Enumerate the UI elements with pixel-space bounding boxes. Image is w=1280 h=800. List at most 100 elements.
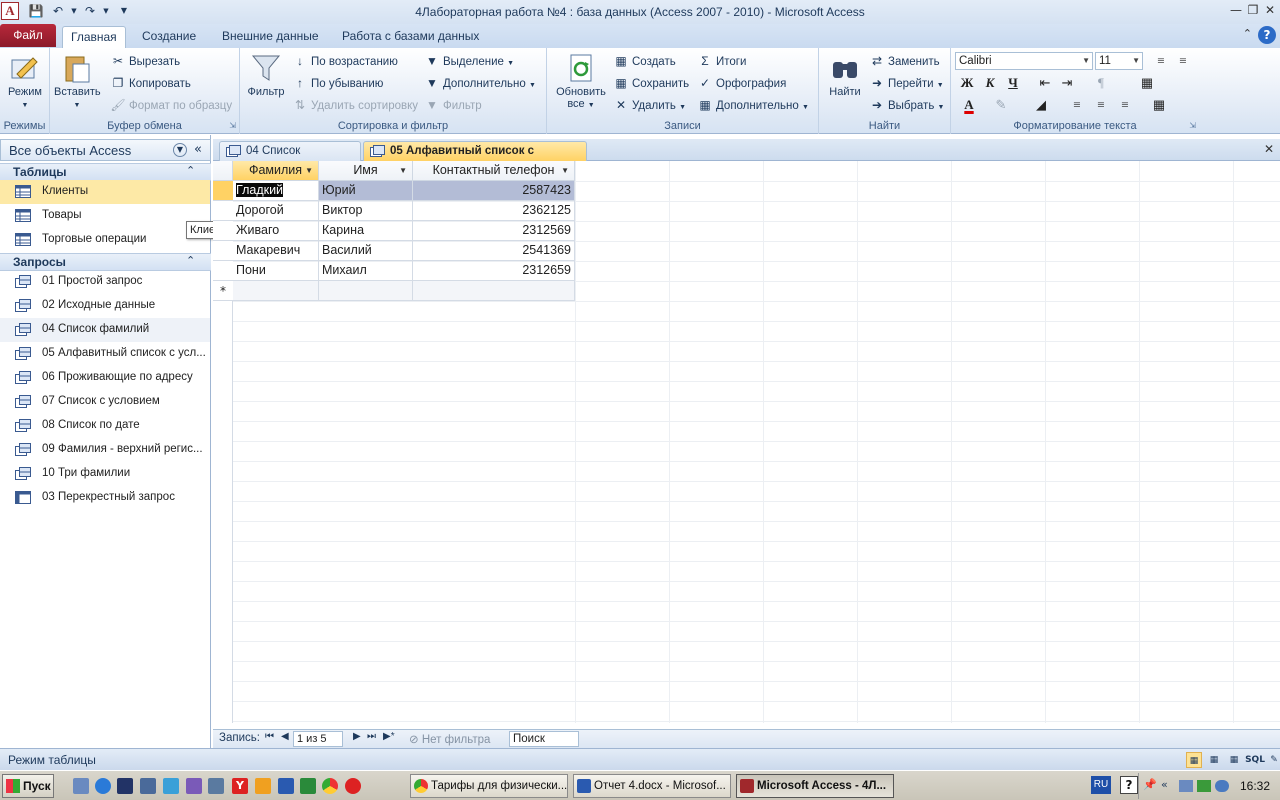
- nav-table-clients[interactable]: Клиенты: [0, 180, 210, 204]
- row-selector[interactable]: [213, 201, 233, 221]
- text-formatting-launcher-icon[interactable]: ⇲: [1189, 121, 1196, 130]
- cut-button[interactable]: ✂ Вырезать: [110, 51, 180, 71]
- format-painter-button[interactable]: 🖌 Формат по образцу: [110, 95, 232, 115]
- doc-tab-alphabetical-list[interactable]: 05 Алфавитный список с условием: [363, 141, 587, 175]
- nav-query-item[interactable]: 01 Простой запрос: [0, 270, 210, 294]
- view-button[interactable]: Режим ▼: [4, 52, 46, 110]
- column-header-surname[interactable]: Фамилия ▼: [233, 161, 319, 181]
- restore-icon[interactable]: ❐: [1244, 2, 1262, 18]
- underline-button[interactable]: Ч: [1003, 73, 1023, 93]
- collapse-icon[interactable]: ⌃: [186, 254, 195, 267]
- network-icon[interactable]: [1179, 780, 1193, 792]
- toggle-filter-button[interactable]: ▼ Фильтр: [424, 95, 482, 115]
- doc-tab-surname-list[interactable]: 04 Список фамилий: [219, 141, 361, 175]
- row-selector[interactable]: [213, 221, 233, 241]
- opera-icon[interactable]: [345, 778, 361, 794]
- copy-button[interactable]: ❐ Копировать: [110, 73, 191, 93]
- table-cell[interactable]: 2587423: [413, 181, 575, 201]
- search-input[interactable]: Поиск: [509, 731, 579, 747]
- numbering-icon[interactable]: ≡: [1173, 51, 1193, 71]
- table-cell[interactable]: Гладкий: [233, 181, 319, 201]
- app-icon[interactable]: [163, 778, 179, 794]
- nav-table-goods[interactable]: Товары: [0, 204, 210, 228]
- selection-button[interactable]: ▼ Выделение ▼: [424, 51, 514, 71]
- table-cell[interactable]: Макаревич: [233, 241, 319, 261]
- notepad-icon[interactable]: [140, 778, 156, 794]
- save-icon[interactable]: [117, 778, 133, 794]
- navigation-pane-header[interactable]: Все объекты Access ▼ «: [0, 139, 211, 161]
- pin-icon[interactable]: 📌: [1143, 778, 1157, 791]
- table-cell[interactable]: Виктор: [319, 201, 413, 221]
- table-cell[interactable]: 2312659: [413, 261, 575, 281]
- nav-query-item[interactable]: 10 Три фамилии: [0, 462, 210, 486]
- collapse-icon[interactable]: ⌃: [186, 164, 195, 177]
- excel-icon[interactable]: [300, 778, 316, 794]
- yandex-icon[interactable]: Y: [232, 778, 248, 794]
- design-view-icon[interactable]: ✎: [1266, 752, 1280, 768]
- tab-external-data[interactable]: Внешние данные: [214, 26, 327, 48]
- new-record-icon[interactable]: ▶*: [383, 731, 395, 742]
- table-cell[interactable]: [319, 281, 413, 301]
- nav-query-item[interactable]: 09 Фамилия - верхний регис...: [0, 438, 210, 462]
- nav-query-item[interactable]: 06 Проживающие по адресу: [0, 366, 210, 390]
- font-size-select[interactable]: 11 ▼: [1095, 52, 1143, 70]
- tab-database-tools[interactable]: Работа с базами данных: [334, 26, 487, 48]
- language-indicator[interactable]: RU: [1091, 776, 1111, 794]
- nav-query-item[interactable]: 07 Список с условием: [0, 390, 210, 414]
- paste-button[interactable]: Вставить ▼: [54, 52, 101, 110]
- table-cell[interactable]: Пони: [233, 261, 319, 281]
- prev-record-icon[interactable]: ◀: [281, 731, 289, 742]
- table-cell[interactable]: 2312569: [413, 221, 575, 241]
- column-header-name[interactable]: Имя ▼: [319, 161, 413, 181]
- row-selector[interactable]: [213, 241, 233, 261]
- align-left-icon[interactable]: ≡: [1067, 95, 1087, 115]
- spelling-button[interactable]: ✓ Орфография: [697, 73, 786, 93]
- table-cell[interactable]: 2362125: [413, 201, 575, 221]
- next-record-icon[interactable]: ▶: [353, 731, 361, 742]
- row-selector[interactable]: [213, 261, 233, 281]
- paragraph-icon[interactable]: ¶: [1091, 73, 1111, 93]
- first-record-icon[interactable]: ⏮: [265, 731, 274, 742]
- table-cell[interactable]: Дорогой: [233, 201, 319, 221]
- advanced-filter-button[interactable]: ▼ Дополнительно ▼: [424, 73, 536, 93]
- help-icon[interactable]: ?: [1120, 776, 1138, 794]
- ie-icon[interactable]: [95, 778, 111, 794]
- nav-query-item[interactable]: 03 Перекрестный запрос: [0, 486, 210, 510]
- table-cell[interactable]: Карина: [319, 221, 413, 241]
- bold-button[interactable]: Ж: [957, 73, 977, 93]
- save-record-button[interactable]: ▦ Сохранить: [613, 73, 689, 93]
- chrome-icon[interactable]: [322, 778, 338, 794]
- chevron-down-icon[interactable]: ▼: [173, 143, 187, 157]
- fill-color-icon[interactable]: ◢: [1031, 95, 1051, 115]
- table-cell[interactable]: Михаил: [319, 261, 413, 281]
- close-icon[interactable]: ✕: [1261, 2, 1279, 18]
- totals-button[interactable]: Σ Итоги: [697, 51, 746, 71]
- task-access[interactable]: Microsoft Access - 4Л...: [736, 774, 894, 798]
- alt-row-color-icon[interactable]: ▦: [1149, 95, 1169, 115]
- align-right-icon[interactable]: ≡: [1115, 95, 1135, 115]
- datasheet-view-icon[interactable]: ▦: [1186, 752, 1202, 768]
- gridlines-icon[interactable]: ▦: [1137, 73, 1157, 93]
- minimize-icon[interactable]: —: [1227, 2, 1245, 18]
- sort-descending-button[interactable]: ↑ По убыванию: [292, 73, 383, 93]
- clipboard-launcher-icon[interactable]: ⇲: [229, 121, 236, 130]
- find-button[interactable]: Найти: [823, 52, 867, 98]
- remove-sort-button[interactable]: ⇅ Удалить сортировку: [292, 95, 418, 115]
- tab-home[interactable]: Главная: [62, 26, 126, 48]
- more-records-button[interactable]: ▦ Дополнительно ▼: [697, 95, 809, 115]
- row-selector[interactable]: [213, 181, 233, 201]
- shutter-bar-close-icon[interactable]: «: [194, 142, 202, 157]
- bullets-icon[interactable]: ≡: [1151, 51, 1171, 71]
- select-button[interactable]: ➔ Выбрать ▼: [869, 95, 945, 115]
- signal-icon[interactable]: [1197, 780, 1211, 792]
- nav-section-tables[interactable]: Таблицы ⌃: [0, 163, 211, 181]
- replace-button[interactable]: ⇄ Заменить: [869, 51, 940, 71]
- sort-ascending-button[interactable]: ↓ По возрастанию: [292, 51, 398, 71]
- app-tray-icon[interactable]: [1215, 780, 1229, 792]
- nav-query-item[interactable]: 02 Исходные данные: [0, 294, 210, 318]
- close-document-icon[interactable]: ✕: [1264, 142, 1274, 156]
- table-cell[interactable]: [413, 281, 575, 301]
- table-cell[interactable]: Василий: [319, 241, 413, 261]
- refresh-all-button[interactable]: Обновить все ▼: [551, 52, 611, 110]
- indent-increase-icon[interactable]: ⇥: [1057, 73, 1077, 93]
